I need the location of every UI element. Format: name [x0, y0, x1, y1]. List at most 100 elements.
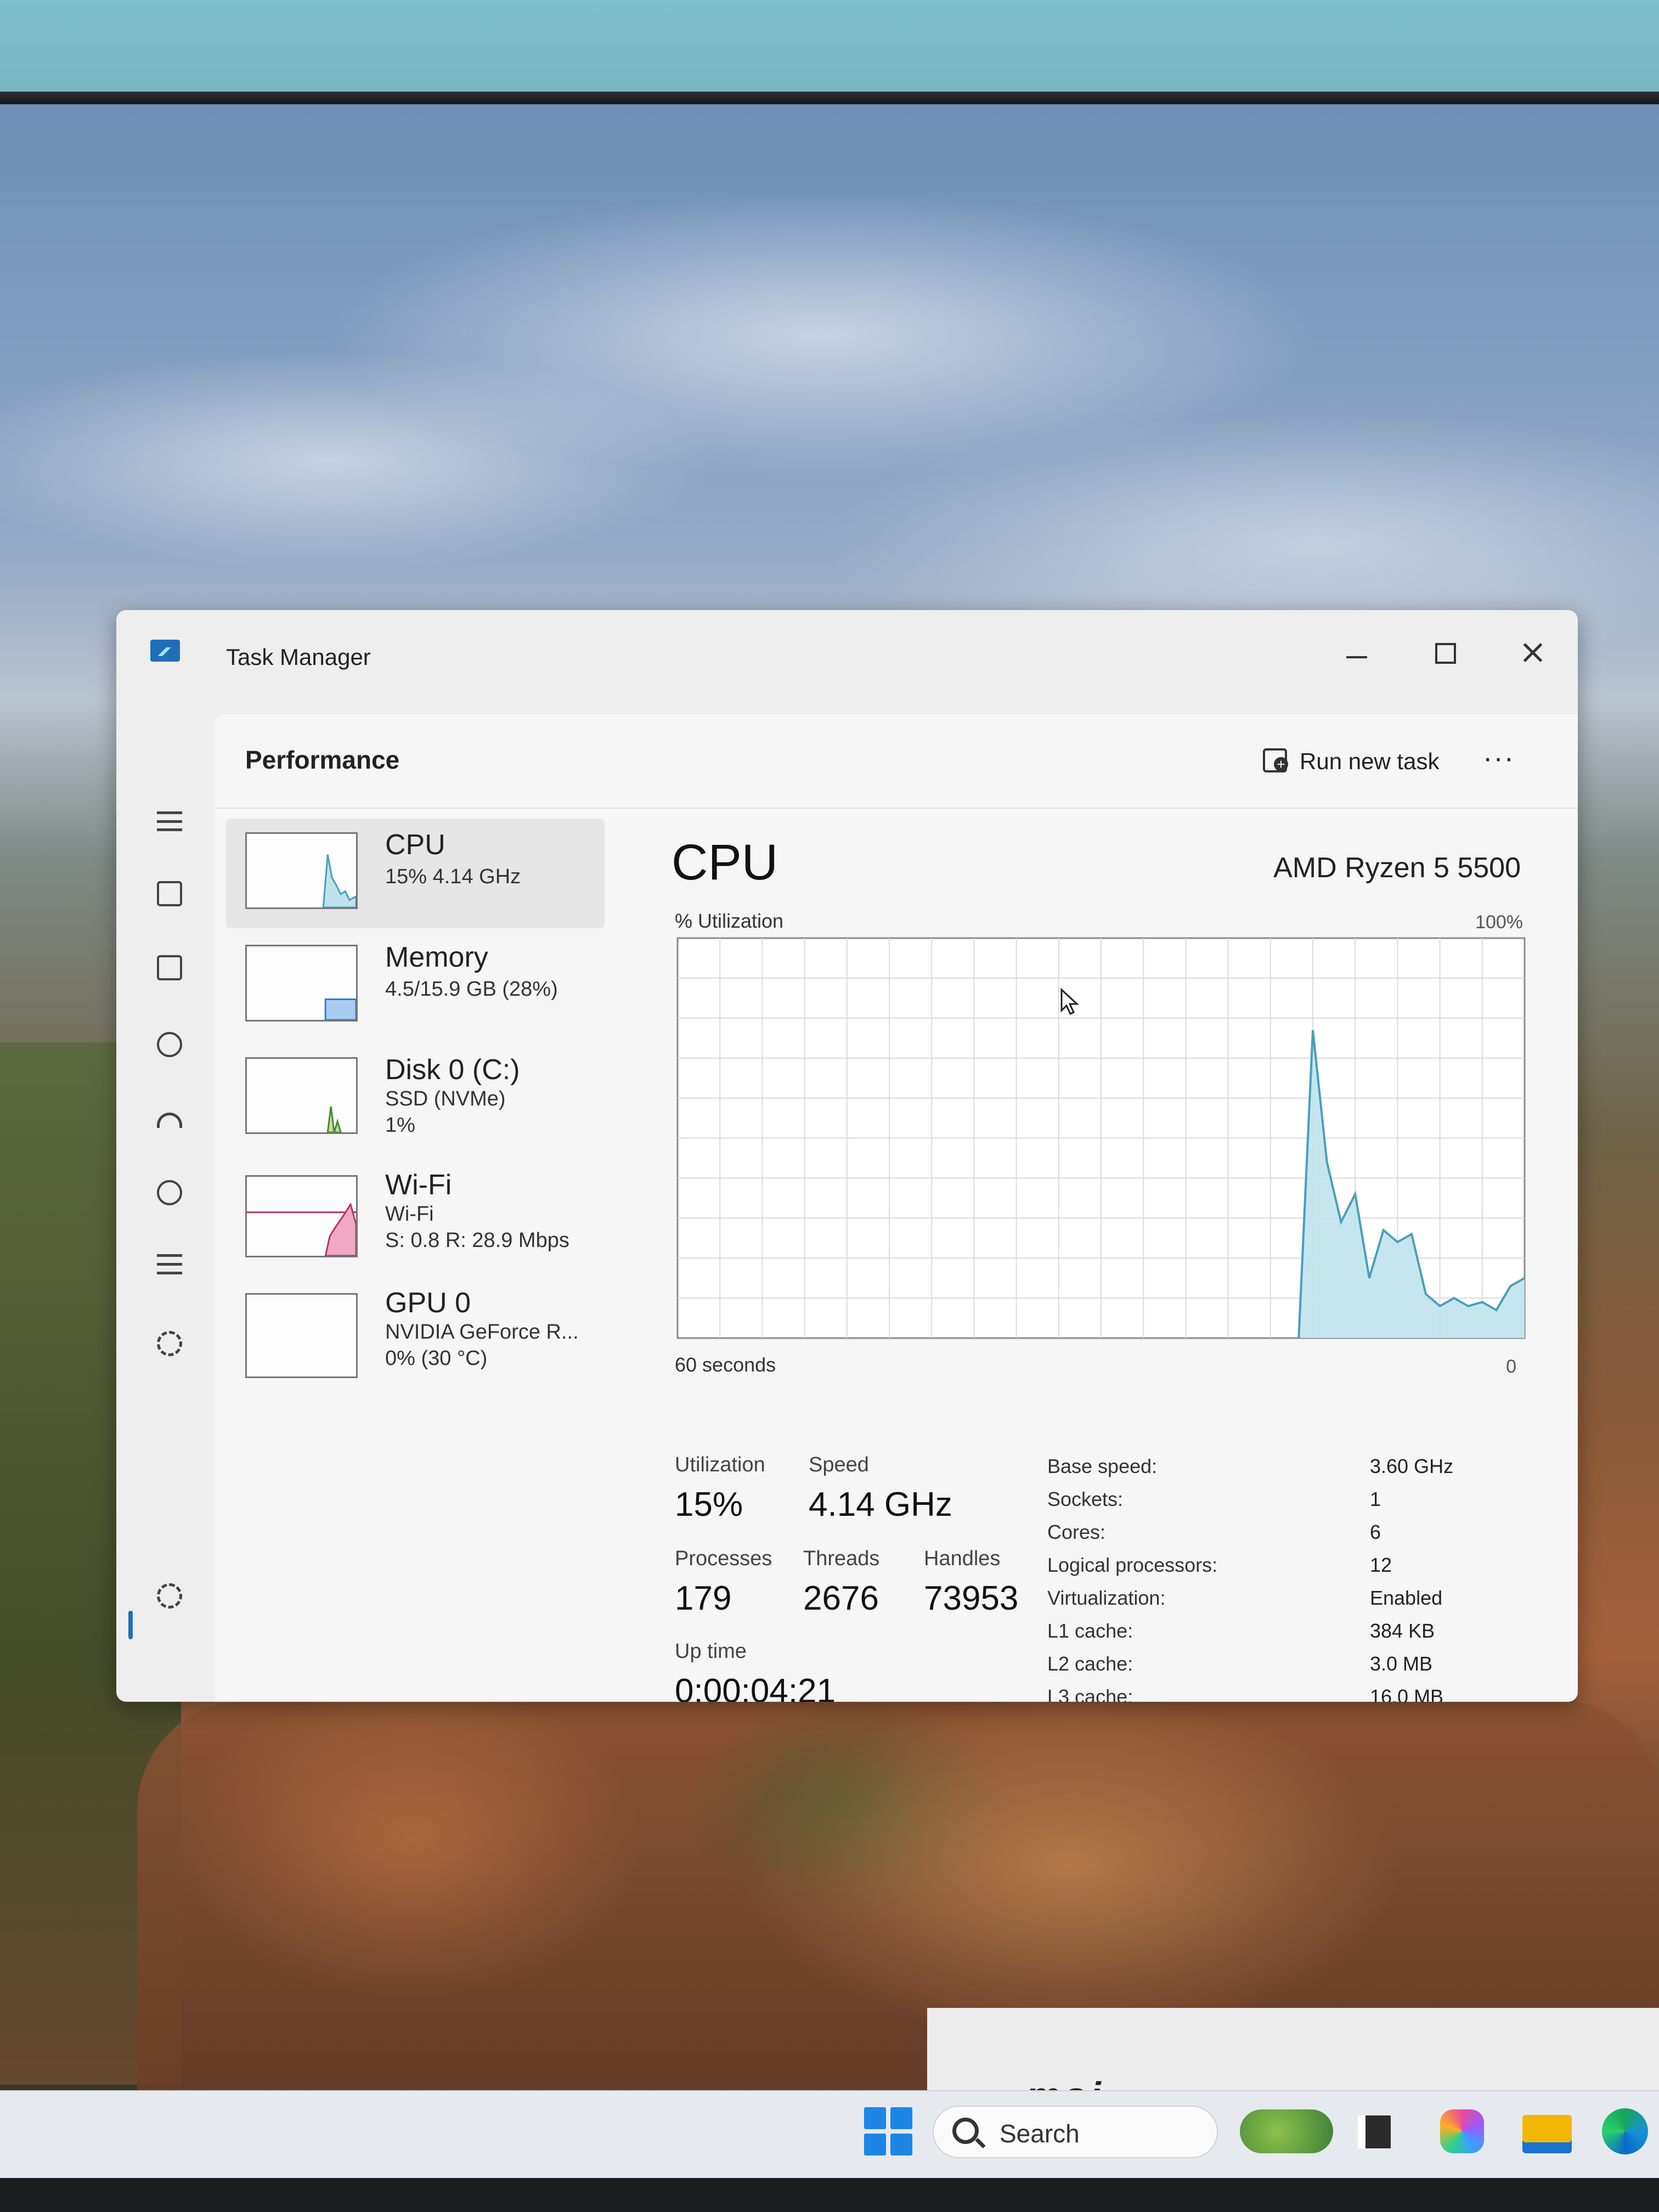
handles-value: 73953 — [924, 1579, 1019, 1617]
nav-processes[interactable] — [149, 873, 193, 917]
taskbar — [0, 2090, 1659, 2179]
spec-label: Sockets: — [1047, 1488, 1124, 1510]
nav-users[interactable] — [149, 1172, 193, 1216]
windows-start-icon[interactable] — [864, 2107, 912, 2155]
search-icon — [952, 2118, 979, 2144]
uptime-value: 0:00:04:21 — [675, 1672, 836, 1702]
device-item-memory[interactable]: Memory 4.5/15.9 GB (28%) — [226, 931, 605, 1041]
nav-startup-apps[interactable] — [149, 1098, 193, 1142]
speed-label: Speed — [809, 1453, 869, 1476]
page-title: Performance — [245, 746, 400, 774]
device-name: CPU — [385, 829, 445, 861]
speed-value: 4.14 GHz — [809, 1486, 952, 1523]
nav-settings[interactable] — [149, 1576, 193, 1620]
monitor-bezel-top — [0, 0, 1659, 104]
task-manager-window: Task Manager Performance Run new task ··… — [116, 610, 1578, 1702]
device-item-disk[interactable]: Disk 0 (C:) SSD (NVMe) 1% — [226, 1043, 605, 1153]
device-detail: NVIDIA GeForce R... — [385, 1321, 579, 1344]
spec-value: 3.60 GHz — [1370, 1455, 1454, 1477]
processes-label: Processes — [675, 1547, 772, 1570]
thumbnail-usage-area — [326, 1106, 342, 1132]
minimize-button[interactable] — [1323, 627, 1389, 681]
utilization-label: Utilization — [675, 1453, 765, 1476]
performance-panel: Performance Run new task ··· CPU 15% 4.1… — [215, 714, 1578, 1702]
device-detail: 4.5/15.9 GB (28%) — [385, 978, 558, 1001]
more-options-button[interactable]: ··· — [1477, 742, 1521, 775]
detail-title: CPU — [672, 834, 778, 890]
device-item-wifi[interactable]: Wi-Fi Wi-Fi S: 0.8 R: 28.9 Mbps — [226, 1159, 605, 1268]
spec-value: 1 — [1370, 1488, 1381, 1510]
gpu-thumbnail-graph — [245, 1293, 358, 1378]
copilot-icon[interactable] — [1440, 2109, 1484, 2153]
threads-label: Threads — [803, 1547, 880, 1570]
file-explorer-icon[interactable] — [1522, 2115, 1572, 2153]
edge-browser-icon[interactable] — [1602, 2108, 1648, 2154]
thumbnail-usage-area — [322, 854, 356, 907]
nav-app-history[interactable] — [149, 1024, 193, 1068]
services-icon — [157, 1331, 182, 1356]
spec-value: 384 KB — [1370, 1620, 1435, 1642]
run-new-task-button[interactable]: Run new task — [1300, 748, 1439, 775]
navigation-rail — [116, 714, 215, 1702]
processes-value: 179 — [675, 1579, 732, 1617]
startup-apps-icon — [157, 1113, 182, 1128]
task-manager-app-icon — [150, 640, 180, 662]
utilization-min-label: 0 — [1506, 1356, 1516, 1377]
utilization-value: 15% — [675, 1486, 743, 1523]
users-icon — [157, 1180, 182, 1205]
device-detail-2: 0% (30 °C) — [385, 1347, 488, 1370]
task-view-icon[interactable] — [1358, 2115, 1391, 2148]
panel-header: Performance Run new task ··· — [215, 714, 1578, 809]
nav-services[interactable] — [149, 1323, 193, 1367]
spec-label: Logical processors: — [1047, 1554, 1218, 1576]
nav-details[interactable] — [149, 1246, 193, 1290]
time-axis-label: 60 seconds — [675, 1353, 776, 1376]
device-item-cpu[interactable]: CPU 15% 4.14 GHz — [226, 819, 605, 928]
memory-thumbnail-graph — [245, 945, 358, 1022]
spec-value: 6 — [1370, 1521, 1381, 1543]
title-bar[interactable]: Task Manager — [116, 610, 1578, 714]
spec-label: L3 cache: — [1047, 1685, 1133, 1702]
cpu-utilization-graph — [676, 937, 1526, 1339]
threads-value: 2676 — [803, 1579, 879, 1617]
uptime-label: Up time — [675, 1640, 747, 1663]
cpu-model-name: AMD Ryzen 5 5500 — [1273, 852, 1521, 884]
spec-label: L2 cache: — [1047, 1652, 1133, 1675]
device-name: Wi-Fi — [385, 1169, 452, 1201]
details-icon — [157, 1254, 182, 1277]
spec-label: Cores: — [1047, 1521, 1106, 1543]
menu-icon — [157, 811, 182, 831]
monitor-bezel-bottom — [0, 2178, 1659, 2212]
taskbar-search-box[interactable]: Search — [933, 2106, 1218, 2158]
device-detail-2: S: 0.8 R: 28.9 Mbps — [385, 1229, 569, 1252]
utilization-max-label: 100% — [1475, 912, 1523, 933]
thumbnail-usage-area — [324, 998, 356, 1020]
utilization-axis-label: % Utilization — [675, 910, 784, 932]
nav-active-indicator — [128, 1611, 133, 1639]
spec-label: L1 cache: — [1047, 1620, 1133, 1642]
device-name: Disk 0 (C:) — [385, 1054, 520, 1086]
nav-performance[interactable] — [149, 947, 193, 991]
device-item-gpu[interactable]: GPU 0 NVIDIA GeForce R... 0% (30 °C) — [226, 1277, 605, 1386]
spec-value: 16.0 MB — [1370, 1685, 1444, 1702]
run-new-task-icon[interactable] — [1263, 748, 1288, 772]
maximize-button[interactable] — [1411, 627, 1477, 681]
window-title: Task Manager — [226, 644, 371, 670]
cpu-thumbnail-graph — [245, 832, 358, 909]
device-detail: 15% 4.14 GHz — [385, 865, 521, 888]
spec-value: Enabled — [1370, 1587, 1443, 1609]
device-detail: Wi-Fi — [385, 1203, 434, 1226]
spec-label: Base speed: — [1047, 1455, 1158, 1477]
handles-label: Handles — [924, 1547, 1001, 1570]
close-button[interactable] — [1499, 627, 1565, 681]
processes-icon — [157, 881, 182, 906]
spec-value: 12 — [1370, 1554, 1392, 1576]
device-name: Memory — [385, 941, 488, 973]
spec-value: 3.0 MB — [1370, 1652, 1433, 1675]
device-detail: SSD (NVMe) — [385, 1087, 506, 1110]
search-placeholder: Search — [1000, 2119, 1080, 2148]
performance-icon — [157, 955, 182, 980]
widgets-icon[interactable] — [1240, 2109, 1333, 2153]
nav-hamburger[interactable] — [149, 799, 193, 843]
app-history-icon — [157, 1032, 182, 1057]
